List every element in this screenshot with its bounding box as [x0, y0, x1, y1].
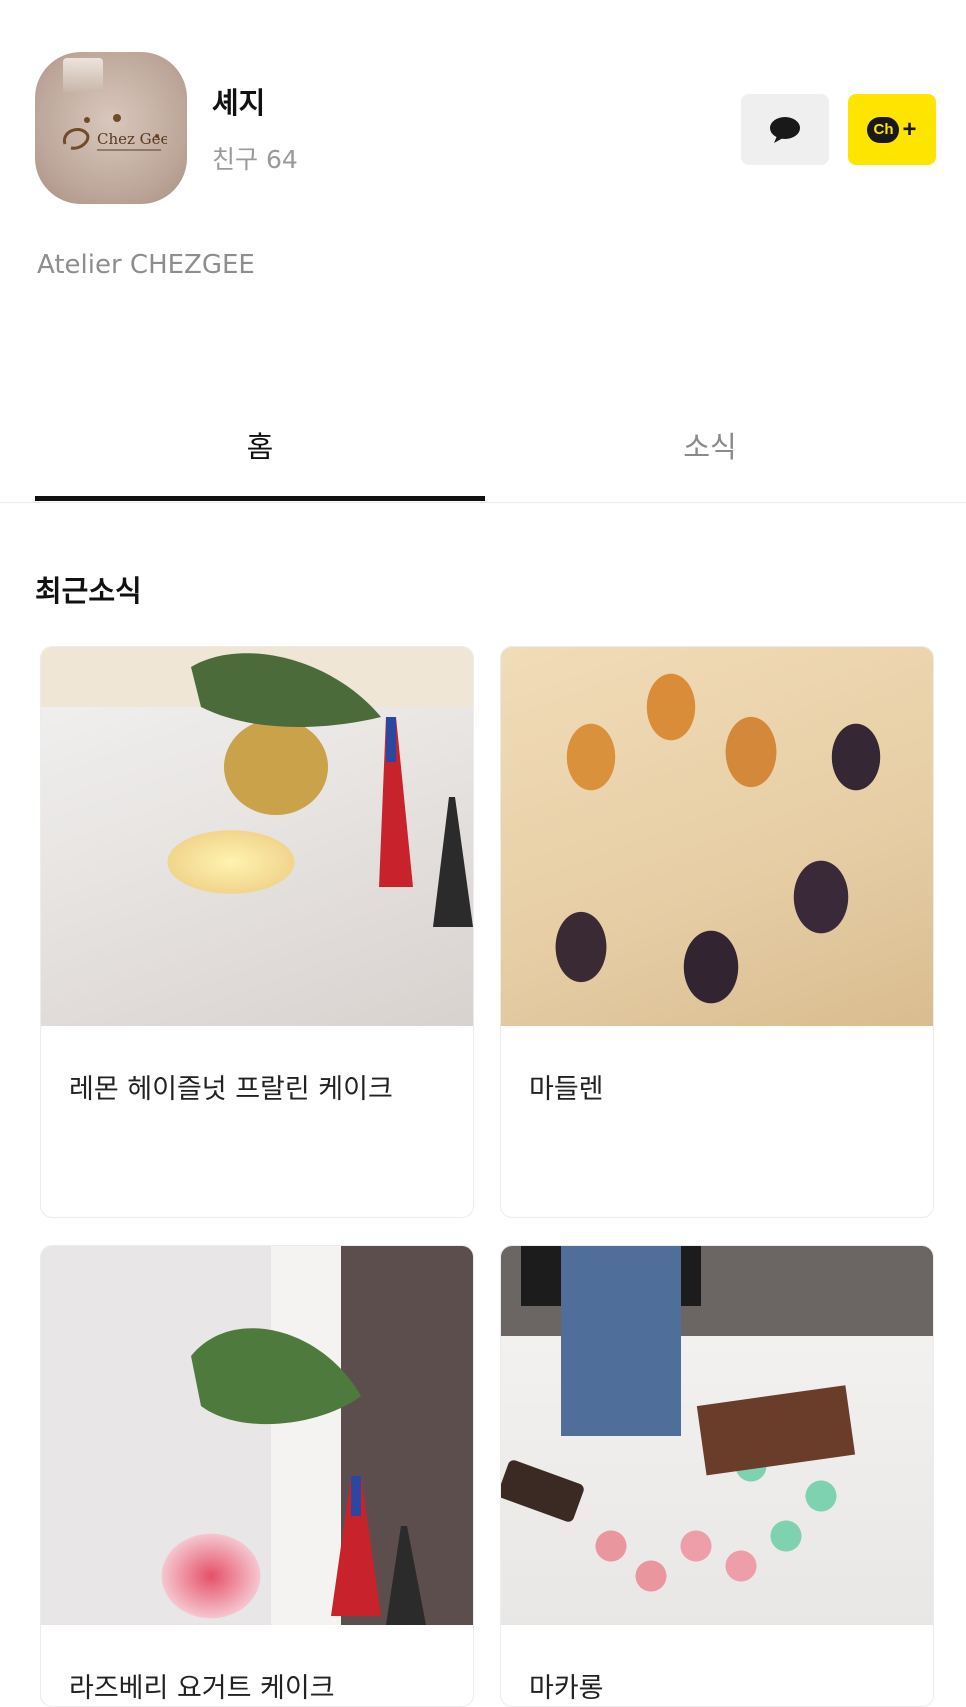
active-tab-indicator: [35, 496, 485, 501]
post-image-lemon-cake: [41, 647, 473, 1026]
tab-news[interactable]: 소식: [485, 390, 935, 500]
post-card[interactable]: 마카롱: [500, 1245, 934, 1707]
post-image-macaron: [501, 1246, 933, 1625]
avatar-logo: Chez Gee: [62, 114, 167, 151]
profile-description: Atelier CHEZGEE: [37, 250, 255, 280]
tab-bar: 홈 소식: [0, 390, 966, 504]
friends-count: 64: [266, 145, 298, 174]
friends-label: 친구: [212, 145, 259, 174]
add-channel-button[interactable]: Ch +: [848, 94, 936, 165]
avatar-logo-text: Chez Gee: [97, 130, 167, 148]
post-card[interactable]: 레몬 헤이즐넛 프랄린 케이크: [40, 646, 474, 1218]
post-image-madeleine: [501, 647, 933, 1026]
plus-icon: +: [902, 115, 917, 143]
post-card[interactable]: 마들렌: [500, 646, 934, 1218]
post-title: 레몬 헤이즐넛 프랄린 케이크: [69, 1074, 393, 1105]
tab-home[interactable]: 홈: [35, 390, 485, 500]
baker-figure: [501, 1246, 856, 1522]
tab-divider: [0, 502, 966, 503]
chat-bubble-icon: [770, 116, 800, 143]
profile-header: Chez Gee 셰지 친구 64 Ch + Atelier CHEZGEE: [0, 0, 966, 360]
eiffel-tower-decoration: [191, 1328, 426, 1625]
friends-info: 친구 64: [212, 140, 298, 176]
section-title: 최근소식: [35, 574, 142, 608]
chat-button[interactable]: [741, 94, 829, 165]
post-card[interactable]: 라즈베리 요거트 케이크: [40, 1245, 474, 1707]
profile-avatar[interactable]: Chez Gee: [35, 52, 187, 204]
post-image-raspberry-cake: [41, 1246, 473, 1625]
post-title: 마들렌: [529, 1074, 604, 1105]
profile-name: 셰지: [212, 86, 266, 120]
avatar-chandelier-image: [63, 58, 103, 92]
channel-icon: Ch: [867, 116, 900, 143]
eiffel-tower-decoration: [191, 653, 473, 927]
